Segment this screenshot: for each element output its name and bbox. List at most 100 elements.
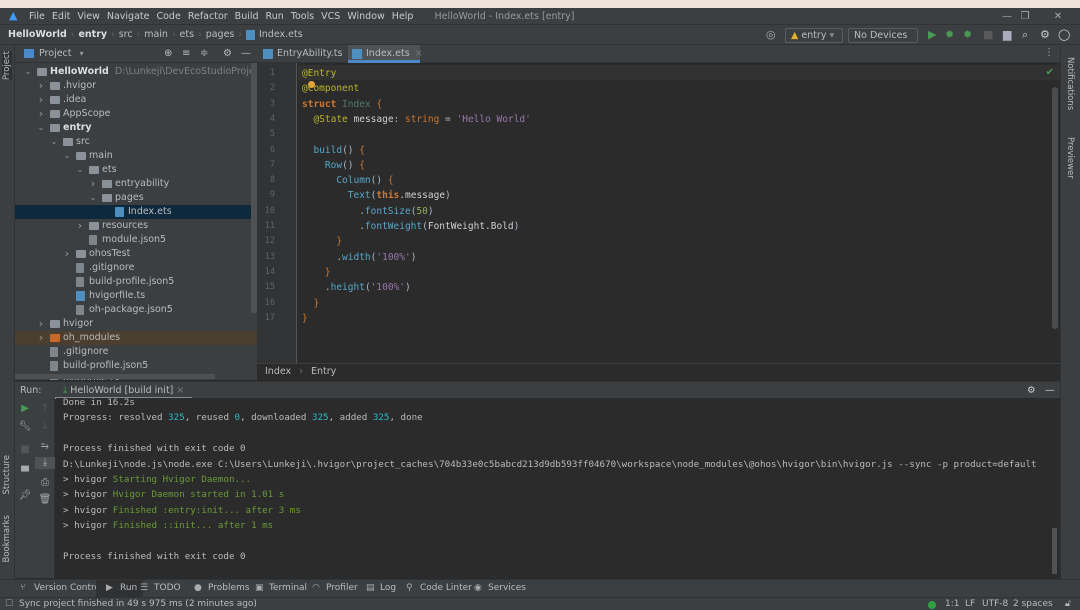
- code-line[interactable]: Text(this.message): [302, 188, 451, 203]
- editor-scrollbar[interactable]: [1052, 87, 1058, 329]
- rerun-icon[interactable]: ▶: [15, 403, 35, 415]
- expand-all-icon[interactable]: ≡: [182, 48, 190, 59]
- tree-item[interactable]: ⌄ ets: [15, 163, 257, 177]
- down-arrow-icon[interactable]: ↓: [35, 421, 55, 433]
- tree-item[interactable]: › .idea: [15, 93, 257, 107]
- gear-icon[interactable]: ⚙: [1027, 382, 1036, 399]
- run-icon[interactable]: ▶: [928, 29, 936, 41]
- layout-icon[interactable]: ▀: [15, 467, 35, 479]
- search-icon[interactable]: ⌕: [1022, 29, 1028, 41]
- toggle-tool-windows-icon[interactable]: ☐: [5, 598, 13, 610]
- settings-icon[interactable]: ⚙: [1040, 29, 1050, 41]
- tool-tab-version-control[interactable]: ⑂ Version Control: [10, 580, 109, 597]
- code-editor[interactable]: 1 2 3 4 5 6 7 8 9 10 11 12 13 14 15 16 17 ✔ @Entry @Compo…: [257, 63, 1060, 363]
- code-line[interactable]: .fontWeight(FontWeight.Bold): [302, 219, 519, 234]
- code-line[interactable]: build() {: [302, 143, 365, 158]
- tree-item[interactable]: build-profile.json5: [15, 359, 257, 373]
- menu-help[interactable]: Help: [392, 11, 414, 22]
- tool-tab-services[interactable]: ◉ Services: [464, 580, 532, 597]
- crumb-entry[interactable]: entry: [78, 29, 107, 40]
- stop-icon[interactable]: ■: [15, 444, 35, 456]
- project-structure-icon[interactable]: ▆: [1003, 29, 1011, 41]
- trash-icon[interactable]: 🗑︎: [35, 494, 55, 506]
- tab-entryability-ts[interactable]: EntryAbility.ts×: [259, 45, 355, 63]
- tool-tab-profiler[interactable]: ◠ Profiler: [302, 580, 364, 597]
- device-selector[interactable]: No Devices ▾: [848, 28, 918, 54]
- hide-icon[interactable]: —: [241, 48, 251, 59]
- tree-item[interactable]: › ohosTest: [15, 247, 257, 261]
- chevron-down-icon[interactable]: ⌄: [36, 121, 46, 135]
- chevron-down-icon[interactable]: ⌄: [88, 191, 98, 205]
- tree-item[interactable]: ⌄ entry: [15, 121, 257, 135]
- run-tab[interactable]: ⤓ HelloWorld [build init] ×: [55, 382, 193, 399]
- tree-item[interactable]: › oh_modules: [15, 331, 257, 345]
- line-ending[interactable]: LF: [965, 598, 975, 610]
- previewer-tool-button[interactable]: Previewer: [1065, 137, 1075, 179]
- chevron-down-icon[interactable]: ⌄: [62, 149, 72, 163]
- crumb-main[interactable]: main: [144, 29, 168, 40]
- chevron-right-icon[interactable]: ›: [36, 79, 46, 93]
- tree-item[interactable]: ⌄ HelloWorld D:\Lunkeji\DevEcoStudioProjec…: [15, 65, 257, 79]
- more-options-icon[interactable]: ⋮: [1044, 47, 1054, 58]
- code-line[interactable]: }: [302, 265, 331, 280]
- module-selector[interactable]: ▲ entry ▾: [785, 28, 843, 43]
- close-tab-icon[interactable]: ×: [415, 48, 423, 59]
- tree-item[interactable]: › resources: [15, 219, 257, 233]
- indent-setting[interactable]: 2 spaces: [1013, 598, 1053, 610]
- account-icon[interactable]: ◯: [1058, 29, 1070, 41]
- code-line[interactable]: Row() {: [302, 158, 365, 173]
- chevron-down-icon[interactable]: ▾: [80, 49, 84, 58]
- status-ok-icon[interactable]: [928, 601, 936, 609]
- tree-item[interactable]: › entryability: [15, 177, 257, 191]
- tree-item[interactable]: module.json5: [15, 233, 257, 247]
- chevron-down-icon[interactable]: ⌄: [75, 163, 85, 177]
- tree-item[interactable]: .gitignore: [15, 345, 257, 359]
- wrench-icon[interactable]: 🔧︎: [15, 421, 35, 433]
- chevron-down-icon[interactable]: ⌄: [49, 135, 59, 149]
- chevron-right-icon[interactable]: ›: [36, 107, 46, 121]
- code-line[interactable]: }: [302, 296, 319, 311]
- code-line[interactable]: @Component: [302, 81, 359, 96]
- scroll-to-end-icon[interactable]: ⤓: [35, 457, 55, 469]
- code-line[interactable]: .width('100%'): [302, 250, 416, 265]
- chevron-right-icon[interactable]: ›: [36, 331, 46, 345]
- chevron-down-icon[interactable]: ⌄: [23, 65, 33, 79]
- restore-button[interactable]: ❐: [1010, 8, 1040, 25]
- crumb-ets[interactable]: ets: [180, 29, 195, 40]
- debug-icon[interactable]: ✹: [945, 29, 954, 41]
- code-line[interactable]: .fontSize(50): [302, 204, 433, 219]
- code-line[interactable]: Column() {: [302, 173, 393, 188]
- status-message[interactable]: Sync project finished in 49 s 975 ms (2 …: [19, 598, 257, 610]
- soft-wrap-icon[interactable]: ⥱: [35, 441, 55, 453]
- print-icon[interactable]: ⎙: [35, 477, 55, 489]
- tree-item[interactable]: hvigorfile.ts: [15, 289, 257, 303]
- notifications-tool-button[interactable]: Notifications: [1065, 57, 1075, 110]
- menu-code[interactable]: Code: [156, 11, 180, 22]
- code-line[interactable]: .height('100%'): [302, 280, 411, 295]
- crumb-src[interactable]: src: [119, 29, 133, 40]
- crumb-entry[interactable]: Entry: [311, 366, 336, 377]
- menu-file[interactable]: File: [29, 11, 45, 22]
- project-hscrollbar[interactable]: [15, 374, 215, 379]
- menu-vcs[interactable]: VCS: [321, 11, 340, 22]
- menu-edit[interactable]: Edit: [52, 11, 70, 22]
- crumb-index[interactable]: Index: [265, 366, 291, 377]
- code-line[interactable]: }: [302, 311, 308, 326]
- crumb-index-ets[interactable]: Index.ets: [259, 29, 303, 40]
- tree-item[interactable]: › AppScope: [15, 107, 257, 121]
- menu-build[interactable]: Build: [235, 11, 259, 22]
- console-scrollbar[interactable]: [1052, 528, 1057, 574]
- tree-item[interactable]: ⌄ src: [15, 135, 257, 149]
- hide-icon[interactable]: —: [1045, 382, 1055, 399]
- chevron-right-icon[interactable]: ›: [88, 177, 98, 191]
- tree-item[interactable]: ⌄ pages: [15, 191, 257, 205]
- target-icon[interactable]: ◎: [766, 29, 776, 41]
- file-encoding[interactable]: UTF-8: [982, 598, 1008, 610]
- tree-item[interactable]: build-profile.json5: [15, 275, 257, 289]
- tree-item[interactable]: oh-package.json5: [15, 303, 257, 317]
- project-tool-button[interactable]: Project: [2, 51, 12, 81]
- close-tab-icon[interactable]: ×: [176, 385, 184, 396]
- code-line[interactable]: @State message: string = 'Hello World': [302, 112, 530, 127]
- crumb-helloworld[interactable]: HelloWorld: [8, 29, 67, 40]
- menu-tools[interactable]: Tools: [291, 11, 314, 22]
